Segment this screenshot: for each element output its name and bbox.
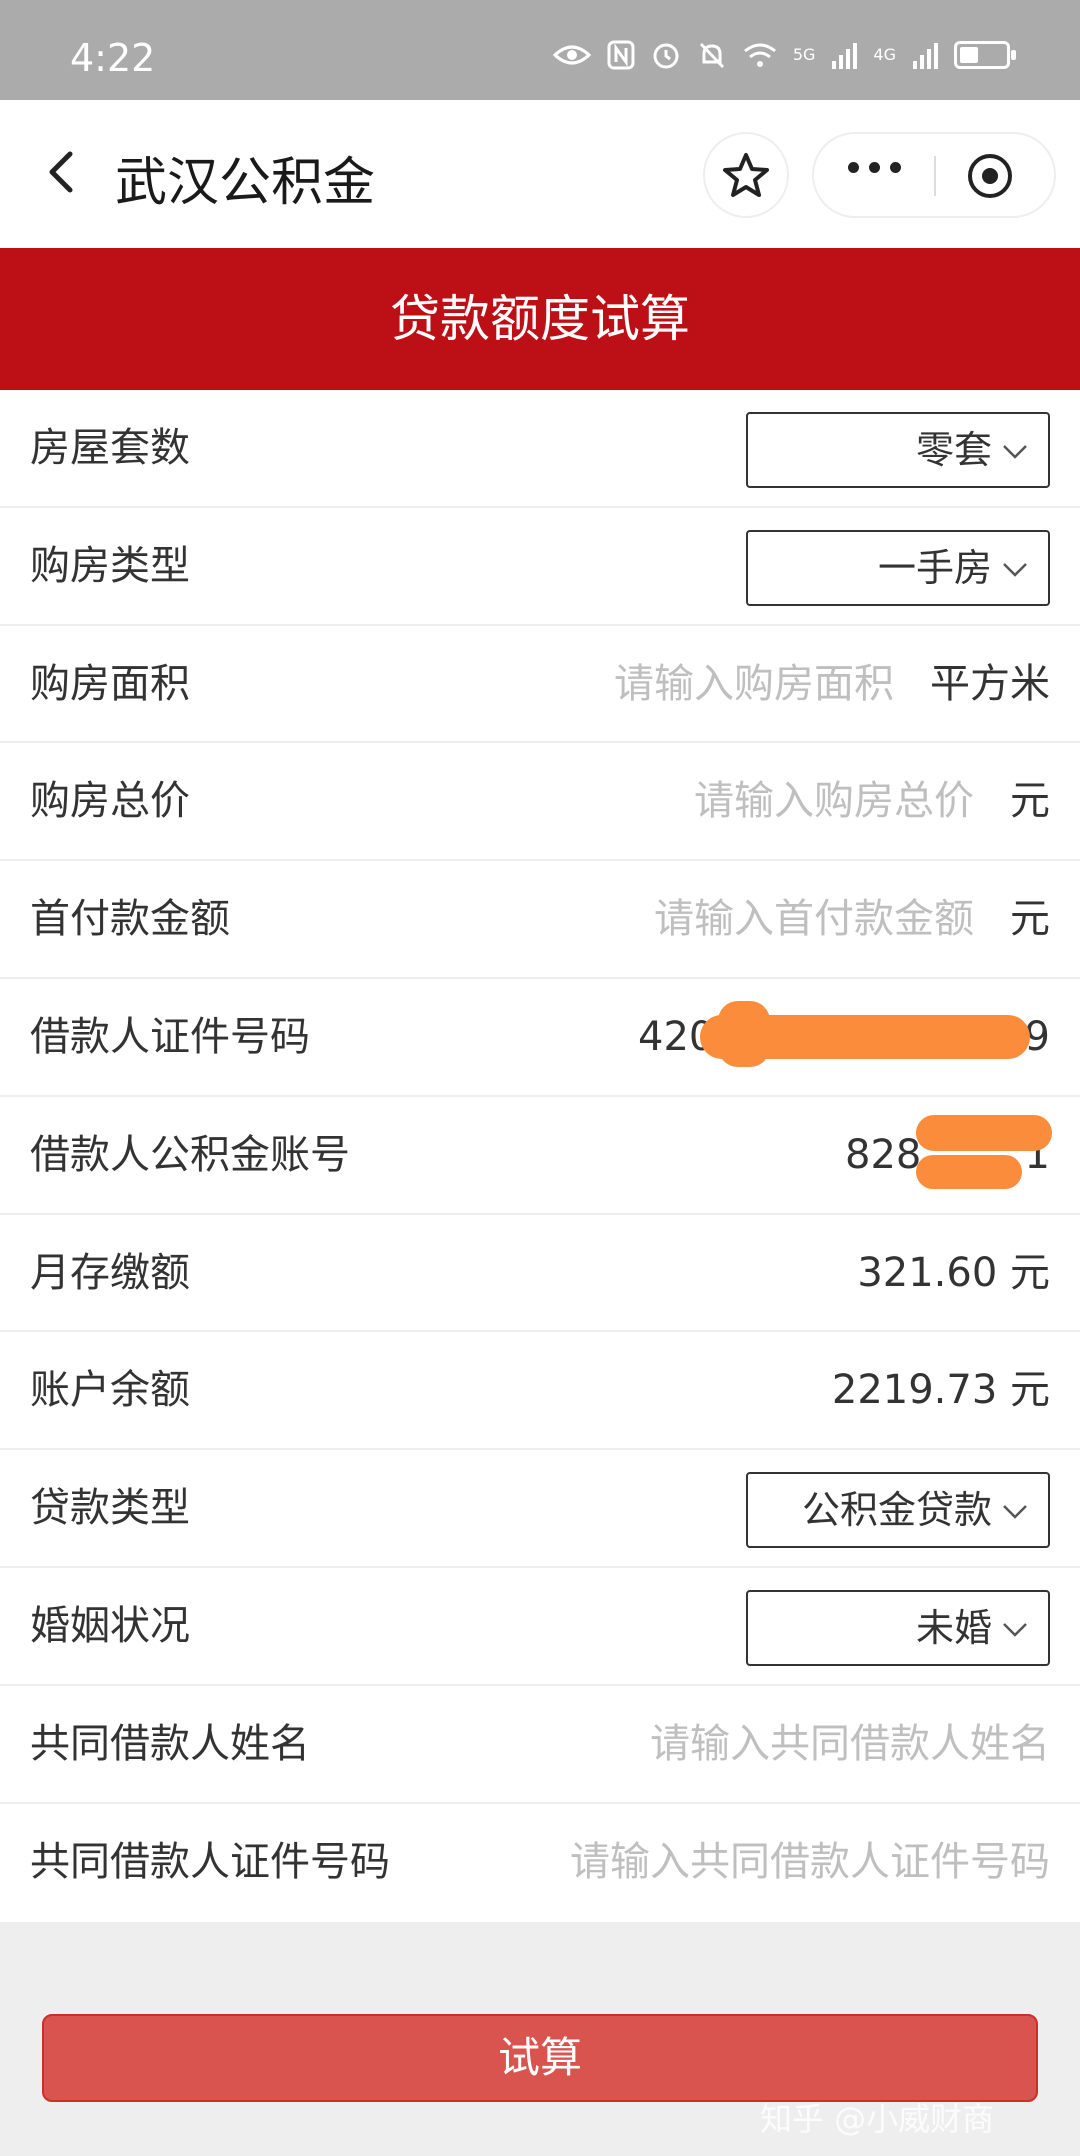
- loan-type-value: 公积金贷款: [801, 1488, 992, 1533]
- total-price-unit: 元: [1010, 778, 1050, 825]
- house-count-select[interactable]: 零套: [746, 412, 1050, 488]
- area-unit: 平方米: [930, 660, 1050, 707]
- form-row-total-price: 购房总价 请输入购房总价 元: [0, 743, 1080, 862]
- purchase-type-select[interactable]: 一手房: [746, 529, 1050, 606]
- purchase-type-value: 一手房: [877, 545, 992, 590]
- redaction-mask: [916, 1114, 1052, 1151]
- balance-value: 2219.73 元: [831, 1367, 1050, 1414]
- co-borrower-id-input[interactable]: 请输入共同借款人证件号码: [570, 1804, 1050, 1920]
- battery-icon: [954, 41, 1016, 69]
- loan-form: 房屋套数 零套 购房类型 一手房 购房面积 请输入购房面积 平方米 购房总价 请…: [0, 390, 1080, 1922]
- alarm-icon: [653, 43, 679, 69]
- redaction-mask: [916, 1154, 1022, 1189]
- marital-status-label: 婚姻状况: [30, 1602, 190, 1649]
- chevron-down-icon: [1003, 445, 1027, 459]
- more-dots-icon[interactable]: [848, 162, 901, 173]
- favorite-button[interactable]: [703, 132, 789, 218]
- signal-bars-icon-2: [913, 43, 938, 69]
- form-row-co-borrower-id: 共同借款人证件号码 请输入共同借款人证件号码: [0, 1804, 1080, 1922]
- page-title: 武汉公积金: [115, 153, 376, 213]
- battery-level: [960, 47, 978, 63]
- down-payment-label: 首付款金额: [30, 896, 230, 943]
- loan-type-select[interactable]: 公积金贷款: [746, 1472, 1050, 1549]
- form-row-fund-account: 借款人公积金账号 828 1: [0, 1097, 1080, 1215]
- fund-account-label: 借款人公积金账号: [30, 1131, 350, 1178]
- capsule-menu: [812, 132, 1056, 218]
- watermark: 知乎 @小威财商: [760, 2100, 995, 2138]
- total-price-label: 购房总价: [30, 778, 190, 825]
- marital-status-select[interactable]: 未婚: [746, 1589, 1050, 1666]
- status-bar: 4:22 5G 4G: [0, 0, 1080, 100]
- star-icon: [723, 153, 769, 197]
- form-row-house-count: 房屋套数 零套: [0, 390, 1080, 508]
- status-time: 4:22: [70, 36, 156, 80]
- form-row-area: 购房面积 请输入购房面积 平方米: [0, 626, 1080, 744]
- section-header: 贷款额度试算: [0, 248, 1080, 390]
- form-row-marital-status: 婚姻状况 未婚: [0, 1568, 1080, 1686]
- form-row-monthly-deposit: 月存缴额 321.60 元: [0, 1215, 1080, 1333]
- area-input[interactable]: 请输入购房面积: [614, 626, 894, 742]
- balance-label: 账户余额: [30, 1367, 190, 1414]
- signal-5g-label: 5G: [792, 45, 816, 64]
- signal-4g-label: 4G: [873, 45, 896, 64]
- house-count-label: 房屋套数: [30, 425, 190, 471]
- chevron-down-icon: [1003, 1623, 1027, 1637]
- co-borrower-name-input[interactable]: 请输入共同借款人姓名: [650, 1686, 1050, 1802]
- co-borrower-id-label: 共同借款人证件号码: [30, 1838, 390, 1885]
- chevron-left-icon[interactable]: [40, 150, 84, 194]
- house-count-value: 零套: [915, 428, 992, 472]
- form-row-id-number: 借款人证件号码 420 9: [0, 979, 1080, 1097]
- down-payment-input[interactable]: 请输入首付款金额: [654, 861, 974, 977]
- nfc-icon: [607, 40, 635, 70]
- total-price-input[interactable]: 请输入购房总价: [694, 743, 974, 859]
- area-label: 购房面积: [30, 660, 190, 707]
- calculate-button[interactable]: 试算: [42, 2014, 1038, 2102]
- mute-bell-icon: [699, 42, 724, 69]
- form-row-down-payment: 首付款金额 请输入首付款金额 元: [0, 861, 1080, 979]
- monthly-deposit-value: 321.60 元: [857, 1249, 1050, 1296]
- loan-type-label: 贷款类型: [30, 1485, 190, 1532]
- form-row-co-borrower-name: 共同借款人姓名 请输入共同借款人姓名: [0, 1686, 1080, 1804]
- capsule-divider: [934, 156, 936, 196]
- form-row-purchase-type: 购房类型 一手房: [0, 508, 1080, 626]
- redaction-mask: [718, 1000, 770, 1067]
- chevron-down-icon: [1003, 562, 1027, 577]
- mini-program-navbar: 武汉公积金: [0, 100, 1080, 248]
- target-circle-icon[interactable]: [966, 152, 1014, 200]
- wifi-icon: [743, 43, 776, 67]
- marital-status-value: 未婚: [915, 1605, 992, 1650]
- signal-bars-icon: [832, 43, 858, 69]
- chevron-down-icon: [1003, 1505, 1027, 1519]
- down-payment-unit: 元: [1010, 896, 1050, 943]
- eye-icon: [552, 45, 591, 65]
- form-row-balance: 账户余额 2219.73 元: [0, 1332, 1080, 1451]
- co-borrower-name-label: 共同借款人姓名: [30, 1720, 310, 1767]
- status-icons: 5G 4G: [552, 38, 1016, 72]
- monthly-deposit-label: 月存缴额: [30, 1249, 190, 1296]
- id-number-label: 借款人证件号码: [30, 1013, 310, 1060]
- purchase-type-label: 购房类型: [30, 542, 190, 589]
- form-row-loan-type: 贷款类型 公积金贷款: [0, 1450, 1080, 1568]
- fund-account-prefix: 828: [845, 1131, 922, 1178]
